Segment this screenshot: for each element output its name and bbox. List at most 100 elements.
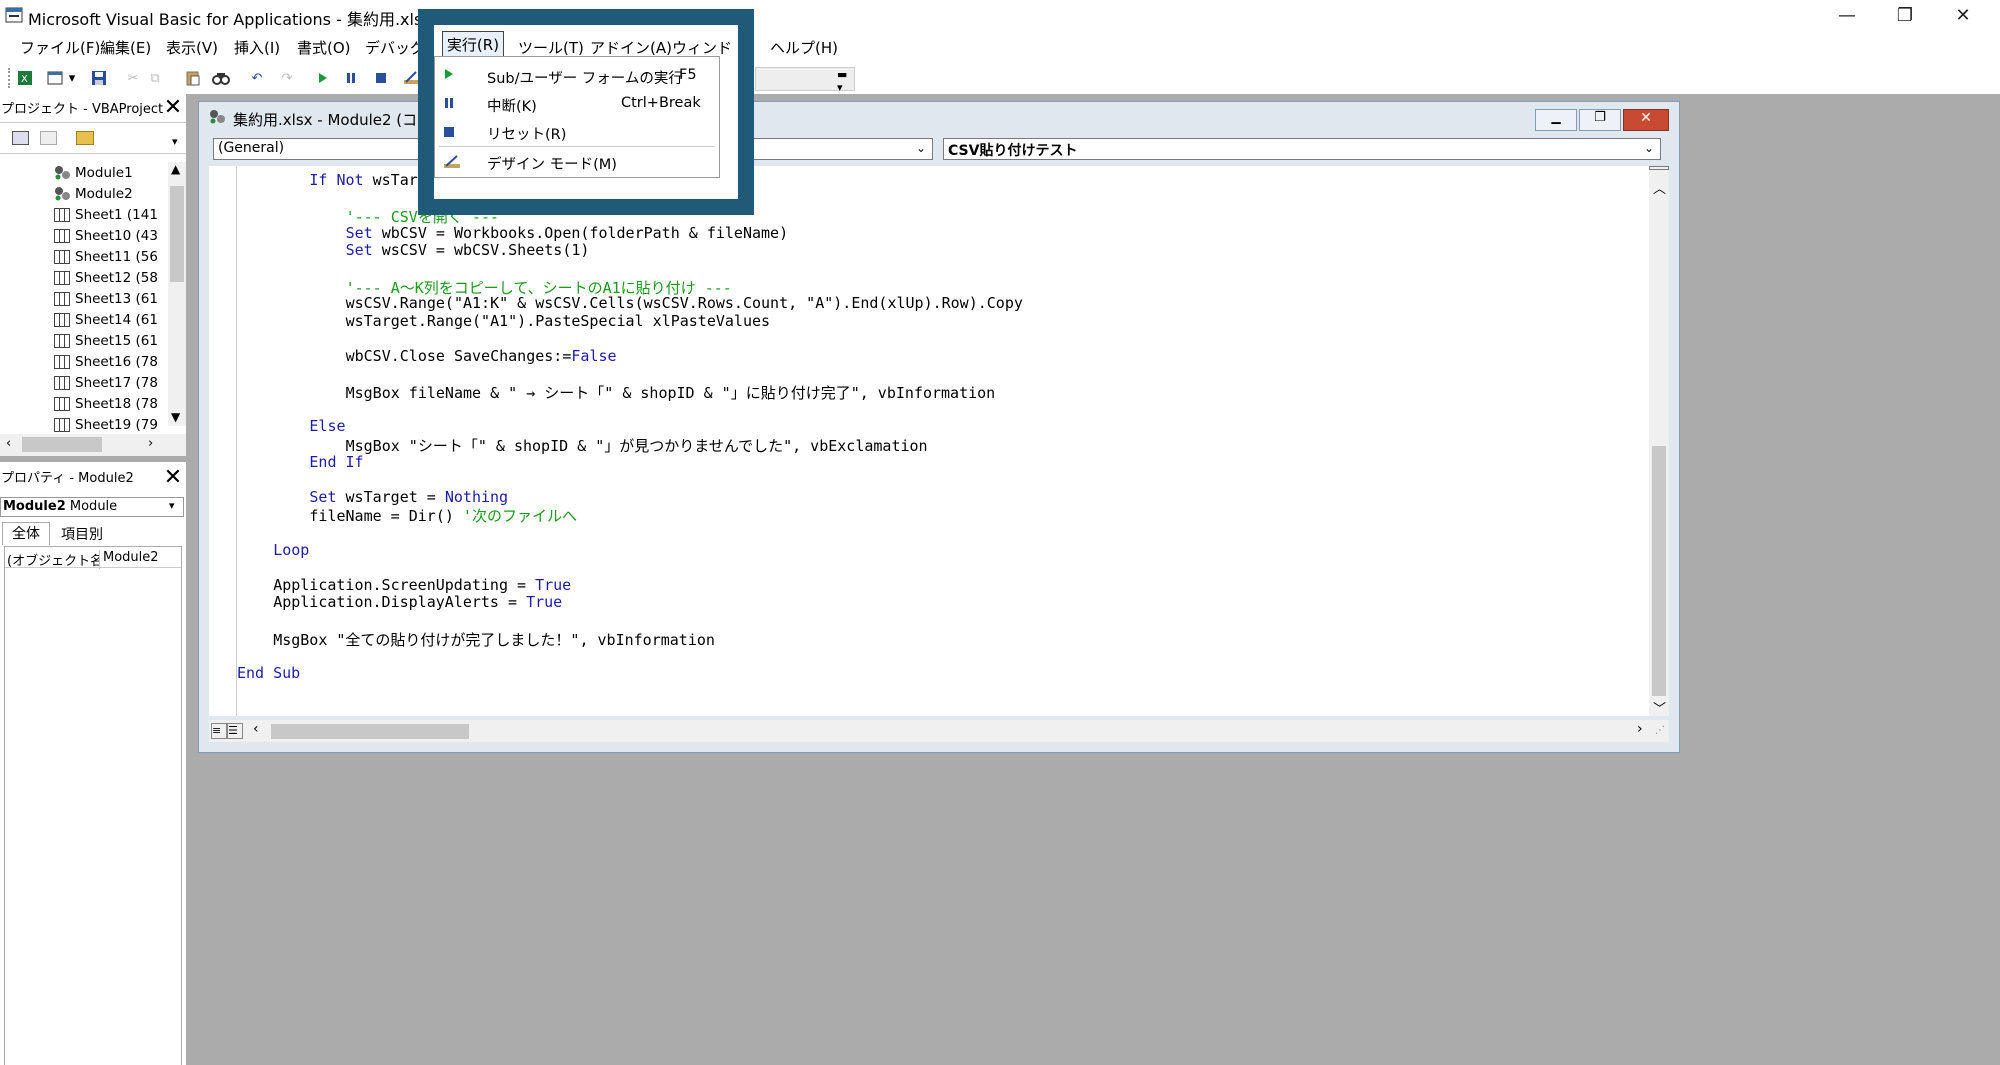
code-line[interactable]: wsTarget.Range("A1").PasteSpecial xlPast… [346,312,770,330]
menu-addins[interactable]: アドイン(A) [590,37,672,58]
properties-pane-close-icon[interactable]: ✕ [160,464,186,490]
copy-icon[interactable]: ⧉ [144,68,166,88]
resize-grip-icon[interactable]: ⋰ [1655,725,1665,736]
margin-indicator-bar[interactable] [209,166,237,716]
minimize-button[interactable]: — [1818,0,1876,31]
tree-item-sheet19[interactable]: Sheet19 (79 [0,414,168,434]
tree-item-sheet1[interactable]: Sheet1 (141 [0,204,168,225]
code-line[interactable]: Loop [273,541,309,559]
procedure-combo[interactable]: CSV貼り付けテスト ⌄ [943,138,1661,160]
tree-item-sheet16[interactable]: Sheet16 (78 [0,351,168,372]
restore-button[interactable]: ❐ [1876,0,1934,31]
menu-item-break[interactable]: 中断(K) Ctrl+Break [435,91,719,118]
object-selector[interactable]: Module2 Module ▾ [0,497,184,517]
scrollbar-thumb[interactable] [1652,446,1666,696]
menu-item-reset[interactable]: リセット(R) [435,119,719,146]
code-horizontal-scrollbar[interactable]: ≡ ☰ ‹ › ⋰ [209,720,1669,742]
tab-categorized[interactable]: 項目別 [52,524,112,544]
code-line[interactable]: MsgBox "シート「" & shopID & "」が見つかりませんでした",… [346,435,928,456]
tree-item-sheet10[interactable]: Sheet10 (43 [0,225,168,246]
menu-item-run-sub[interactable]: Sub/ユーザー フォームの実行 F5 [435,63,719,90]
scroll-up-icon[interactable]: ▲ [171,162,180,176]
break-icon[interactable] [340,68,362,88]
split-bar[interactable] [1649,166,1669,170]
scrollbar-thumb[interactable] [170,186,184,282]
chevron-down-icon[interactable]: ⌄ [916,141,926,155]
code-line[interactable]: Set wbCSV = Workbooks.Open(folderPath & … [346,224,789,242]
view-object-icon[interactable] [40,131,57,145]
menu-window[interactable]: ウィンドウ( [672,37,734,58]
menu-tools[interactable]: ツール(T) [518,37,584,58]
redo-icon[interactable]: ↷ [276,68,298,88]
reset-icon[interactable] [370,68,392,88]
undo-icon[interactable]: ↶ [246,68,268,88]
pane-toolbar-overflow-icon[interactable]: ▾ [172,135,184,149]
code-close-button[interactable]: ✕ [1623,109,1669,131]
scrollbar-thumb[interactable] [22,437,102,452]
tree-item-sheet17[interactable]: Sheet17 (78 [0,372,168,393]
scroll-right-icon[interactable]: › [1637,721,1643,737]
cut-icon[interactable]: ✂ [122,68,144,88]
tree-item-sheet12[interactable]: Sheet12 (58 [0,267,168,288]
property-row[interactable]: (オブジェクト名) Module2 [5,549,181,569]
scroll-up-icon[interactable]: ︿ [1653,178,1666,197]
find-icon[interactable] [210,68,232,88]
code-line[interactable]: Application.DisplayAlerts = True [273,593,562,611]
save-icon[interactable] [88,68,110,88]
code-line[interactable]: wbCSV.Close SaveChanges:=False [346,347,617,365]
code-line[interactable]: fileName = Dir() '次のファイルへ [309,505,577,526]
tree-item-sheet15[interactable]: Sheet15 (61 [0,330,168,351]
run-icon[interactable] [312,68,334,88]
code-line[interactable]: Set wsCSV = wbCSV.Sheets(1) [346,241,590,259]
insert-userform-icon[interactable] [44,68,66,88]
scrollbar-thumb[interactable] [271,724,469,739]
tree-item-sheet18[interactable]: Sheet18 (78 [0,393,168,414]
dropdown-arrow-icon[interactable]: ▾ [66,68,78,88]
tree-item-module1[interactable]: Module1 [0,162,168,183]
code-line[interactable]: wsCSV.Range("A1:K" & wsCSV.Cells(wsCSV.R… [346,294,1023,312]
tree-item-sheet13[interactable]: Sheet13 (61 [0,288,168,309]
close-button[interactable]: ✕ [1934,0,1992,31]
chevron-down-icon[interactable]: ⌄ [1644,141,1654,155]
menu-file[interactable]: ファイル(F) [20,37,100,58]
toolbar-grip[interactable] [8,68,12,88]
code-line[interactable]: Set wsTarget = Nothing [309,488,508,506]
tree-horizontal-scrollbar[interactable]: ‹ › [0,434,186,456]
menu-help[interactable]: ヘルプ(H) [770,37,838,58]
code-line[interactable]: End If [309,453,363,471]
toggle-folders-icon[interactable] [76,131,94,145]
excel-view-icon[interactable]: X [14,68,36,88]
code-line[interactable]: MsgBox "全ての貼り付けが完了しました！", vbInformation [273,629,715,650]
full-module-view-icon[interactable]: ☰ [227,723,243,739]
tree-item-module2[interactable]: Module2 [0,183,168,204]
scroll-left-icon[interactable]: ‹ [6,436,11,451]
code-line[interactable]: End Sub [237,664,300,682]
menu-run[interactable]: 実行(R) [442,31,504,57]
code-line[interactable]: Else [309,417,345,435]
menu-item-design-mode[interactable]: デザイン モード(M) [435,149,719,176]
code-editor[interactable]: If Not wsTarget Is Nothing Then'--- CSVを… [237,166,1649,716]
scroll-down-icon[interactable]: ▼ [171,410,180,424]
menu-insert[interactable]: 挿入(I) [234,37,280,58]
procedure-view-icon[interactable]: ≡ [211,723,227,739]
scroll-left-icon[interactable]: ‹ [253,721,259,737]
code-line[interactable]: Application.ScreenUpdating = True [273,576,571,594]
tree-item-sheet14[interactable]: Sheet14 (61 [0,309,168,330]
menu-format[interactable]: 書式(O) [297,37,351,58]
project-pane-close-icon[interactable]: ✕ [160,94,186,120]
paste-icon[interactable] [182,68,204,88]
toolbar-options-icon[interactable]: ▬ ▾ [837,68,850,94]
chevron-down-icon[interactable]: ▾ [169,499,175,512]
tab-alphabetic[interactable]: 全体 [2,522,50,545]
code-line[interactable]: MsgBox fileName & " → シート「" & shopID & "… [346,382,996,403]
menu-edit[interactable]: 編集(E) [100,37,151,58]
view-code-icon[interactable] [12,131,29,145]
menu-view[interactable]: 表示(V) [166,37,218,58]
tree-vertical-scrollbar[interactable]: ▲ ▼ [168,162,186,426]
tree-item-sheet11[interactable]: Sheet11 (56 [0,246,168,267]
scroll-down-icon[interactable]: ﹀ [1653,698,1666,717]
code-restore-button[interactable]: ❐ [1579,109,1621,131]
code-minimize-button[interactable]: ▁ [1535,109,1577,131]
scroll-right-icon[interactable]: › [148,436,153,451]
code-vertical-scrollbar[interactable]: ︿ ﹀ [1649,166,1669,717]
